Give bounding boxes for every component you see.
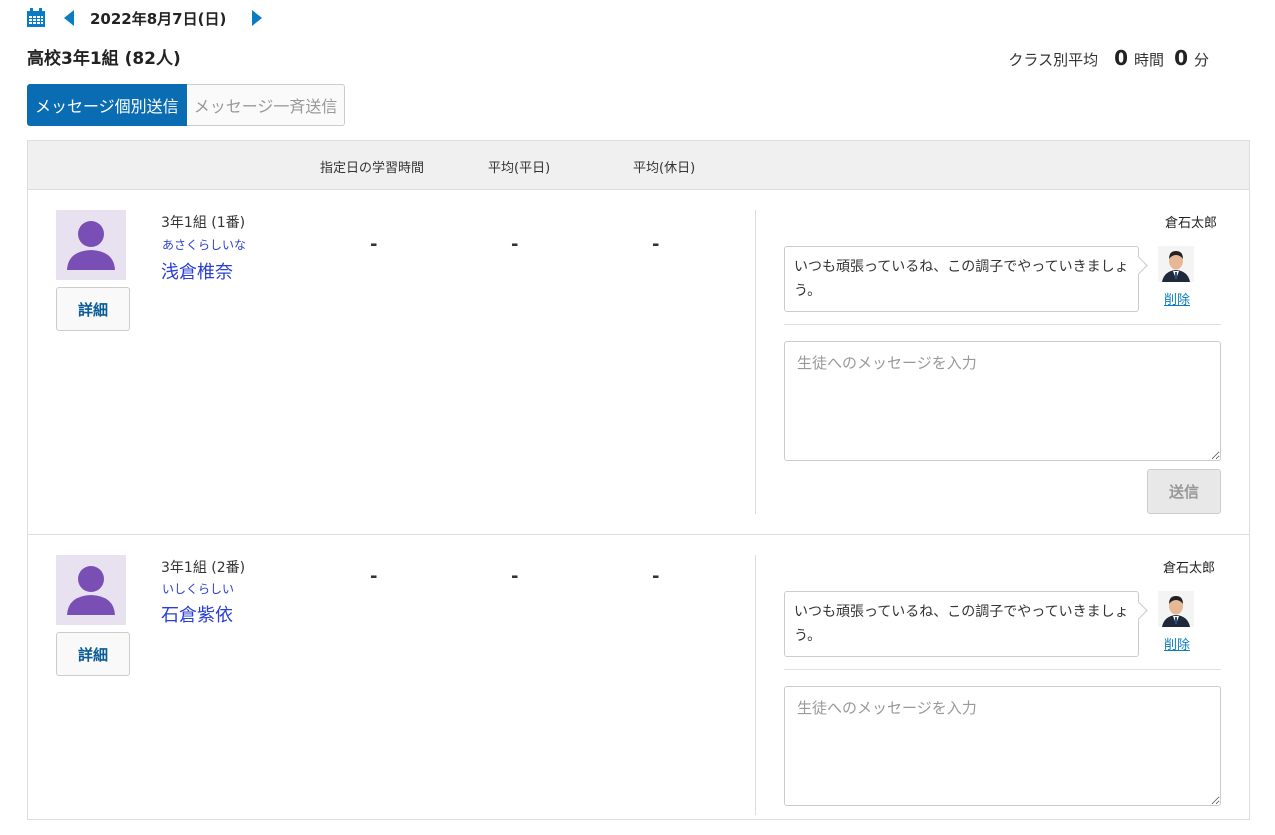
student-table: 指定日の学習時間 平均(平日) 平均(休日) 詳細 3年1組 (1番) あさくら… <box>27 140 1250 820</box>
divider <box>784 669 1221 670</box>
detail-button[interactable]: 詳細 <box>56 287 130 331</box>
teacher-avatar <box>1158 246 1194 282</box>
student-class-number: 3年1組 (1番) <box>161 215 246 231</box>
avg-weekday-value: - <box>511 234 519 255</box>
teacher-name: 倉石太郎 <box>1162 561 1215 576</box>
triangle-right-icon[interactable] <box>252 10 263 26</box>
table-header: 指定日の学習時間 平均(平日) 平均(休日) <box>28 141 1249 190</box>
student-name-link[interactable]: 浅倉椎奈 <box>161 258 233 284</box>
average-minutes: 0 <box>1174 46 1188 70</box>
study-time-value: - <box>370 234 378 255</box>
calendar-icon[interactable] <box>26 8 46 28</box>
student-name-link[interactable]: 石倉紫依 <box>161 601 233 627</box>
minutes-unit: 分 <box>1193 51 1209 69</box>
average-hours: 0 <box>1114 46 1129 70</box>
column-divider <box>755 210 756 514</box>
tab-bulk-message[interactable]: メッセージ一斉送信 <box>186 84 346 126</box>
teacher-avatar <box>1158 591 1194 627</box>
avg-holiday-value: - <box>652 234 660 255</box>
avatar <box>56 210 126 280</box>
table-row: 詳細 3年1組 (2番) いしくらしい 石倉紫依 - - - 倉石太郎 いつも頑… <box>28 535 1249 835</box>
current-date: 2022年8月7日(日) <box>90 9 227 28</box>
message-input[interactable] <box>784 686 1221 806</box>
message-bubble: いつも頑張っているね、この調子でやっていきましょう。 <box>784 591 1139 657</box>
column-divider <box>755 555 756 815</box>
student-kana: いしくらしい <box>162 582 235 596</box>
avatar <box>56 555 126 625</box>
header-avg-holiday: 平均(休日) <box>633 161 696 176</box>
class-average: クラス別平均 0 時間 0 分 <box>1008 46 1209 70</box>
divider <box>784 324 1221 325</box>
delete-message-link[interactable]: 削除 <box>1164 634 1190 653</box>
triangle-left-icon[interactable] <box>64 10 74 26</box>
header-avg-weekday: 平均(平日) <box>488 161 551 176</box>
tab-individual-message[interactable]: メッセージ個別送信 <box>27 84 187 126</box>
hours-unit: 時間 <box>1134 51 1165 69</box>
header-study-time: 指定日の学習時間 <box>320 161 425 176</box>
send-button[interactable]: 送信 <box>1147 469 1221 514</box>
delete-message-link[interactable]: 削除 <box>1164 289 1190 308</box>
avg-weekday-value: - <box>511 566 519 587</box>
avg-holiday-value: - <box>652 566 660 587</box>
class-title: 高校3年1組 (82人) <box>27 49 181 69</box>
study-time-value: - <box>370 566 378 587</box>
date-navigation: 2022年8月7日(日) <box>26 6 263 30</box>
message-mode-tabs: メッセージ個別送信 メッセージ一斉送信 <box>27 84 346 126</box>
detail-button[interactable]: 詳細 <box>56 632 130 676</box>
message-bubble: いつも頑張っているね、この調子でやっていきましょう。 <box>784 246 1139 312</box>
class-average-label: クラス別平均 <box>1008 51 1099 69</box>
teacher-name: 倉石太郎 <box>1164 216 1217 231</box>
table-row: 詳細 3年1組 (1番) あさくらしいな 浅倉椎奈 - - - 倉石太郎 いつも… <box>28 190 1249 535</box>
student-class-number: 3年1組 (2番) <box>161 560 246 576</box>
student-kana: あさくらしいな <box>162 238 247 252</box>
message-input[interactable] <box>784 341 1221 461</box>
